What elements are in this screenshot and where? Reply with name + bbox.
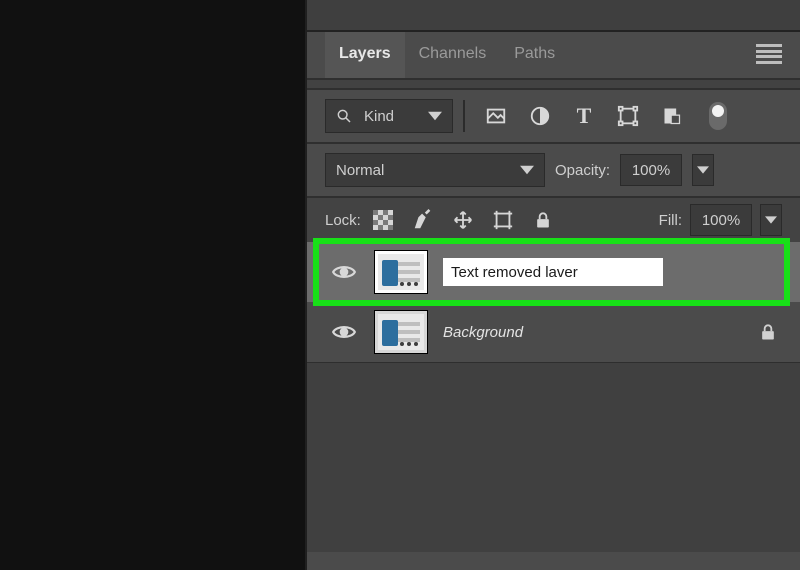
panel-tabs: Layers Channels Paths [307,30,800,78]
filter-image-icon[interactable] [483,103,509,129]
fill-label: Fill: [659,212,682,229]
layer-thumbnail[interactable] [375,251,427,293]
canvas-area [0,0,305,570]
blend-row: Normal Opacity: 100% [307,144,800,196]
filter-shape-icon[interactable] [615,103,641,129]
lock-position-icon[interactable] [451,208,475,232]
search-icon [336,108,352,124]
layers-panel: Layers Channels Paths Kind T [305,0,800,570]
layer-list: Background [307,242,800,362]
filter-kind-select[interactable]: Kind [325,99,453,133]
filter-type-icon[interactable]: T [571,103,597,129]
layer-row-background[interactable]: Background [307,302,800,362]
lock-pixels-icon[interactable] [411,208,435,232]
blend-mode-select[interactable]: Normal [325,153,545,187]
opacity-label: Opacity: [555,162,610,179]
opacity-chevron[interactable] [692,154,714,186]
visibility-toggle[interactable] [329,319,359,345]
filter-row: Kind T [307,90,800,142]
lock-label: Lock: [325,212,361,229]
chevron-down-icon [428,109,442,123]
lock-all-icon[interactable] [531,208,555,232]
chevron-down-icon [520,163,534,177]
blend-mode-value: Normal [336,162,384,179]
lock-icon [758,322,778,342]
filter-type-icons: T [483,102,727,130]
layer-thumbnail[interactable] [375,311,427,353]
layer-row-selected[interactable] [307,242,800,302]
lock-artboard-icon[interactable] [491,208,515,232]
visibility-toggle[interactable] [329,259,359,285]
tab-paths[interactable]: Paths [500,30,569,78]
panel-footer [307,362,800,552]
opacity-value[interactable]: 100% [620,154,682,186]
filter-smart-object-icon[interactable] [659,103,685,129]
tab-channels[interactable]: Channels [405,30,501,78]
filter-toggle[interactable] [709,102,727,130]
filter-adjustment-icon[interactable] [527,103,553,129]
tab-layers[interactable]: Layers [325,30,405,78]
layer-name: Background [443,324,523,341]
fill-value[interactable]: 100% [690,204,752,236]
lock-row: Lock: Fill: 100% [307,198,800,242]
panel-menu-icon[interactable] [756,44,782,64]
layer-rename-input[interactable] [443,258,663,286]
lock-transparency-icon[interactable] [371,208,395,232]
fill-chevron[interactable] [760,204,782,236]
filter-kind-label: Kind [364,108,394,125]
